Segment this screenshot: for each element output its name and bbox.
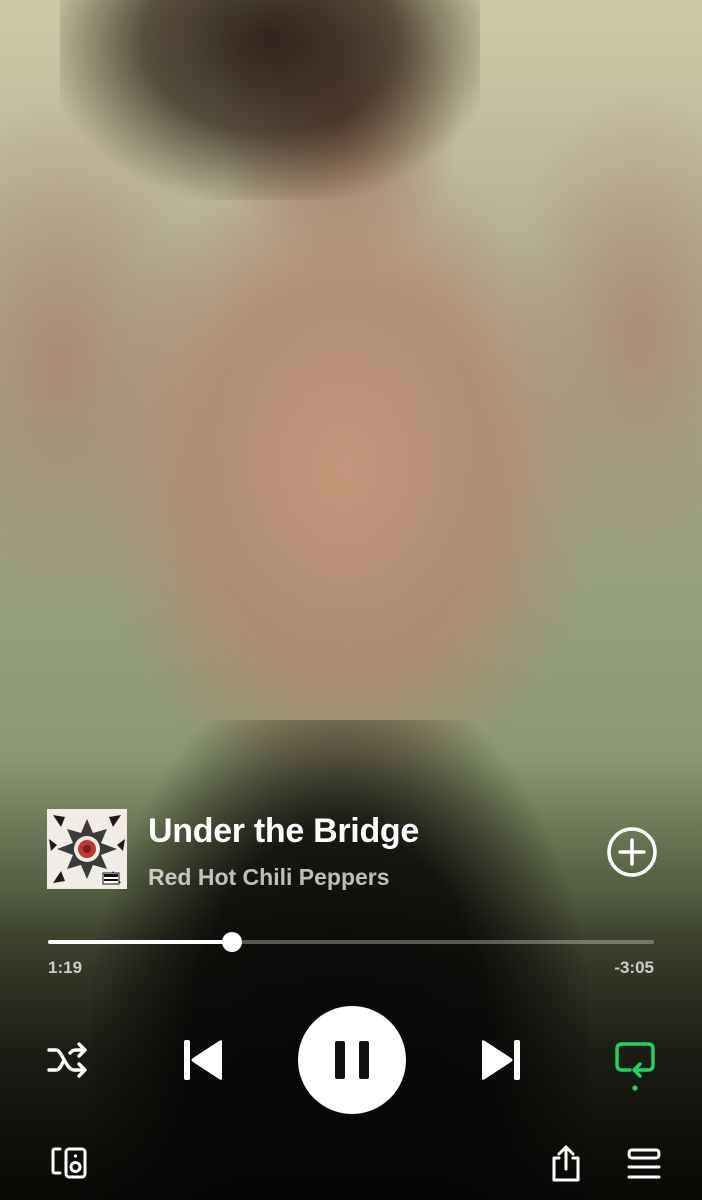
share-button[interactable]: [546, 1144, 586, 1184]
remaining-time: -3:05: [614, 958, 654, 977]
connect-devices-button[interactable]: [50, 1146, 90, 1182]
next-track-button[interactable]: [476, 1036, 526, 1084]
queue-button[interactable]: [626, 1146, 662, 1182]
shuffle-icon: [47, 1042, 87, 1078]
repeat-button[interactable]: [612, 1036, 658, 1092]
connect-devices-icon: [51, 1147, 87, 1179]
shuffle-button[interactable]: [46, 1040, 88, 1080]
previous-track-button[interactable]: [178, 1036, 228, 1084]
pause-icon: [335, 1041, 369, 1079]
progress-scrubber-handle[interactable]: [221, 932, 242, 952]
progress-bar[interactable]: [48, 932, 654, 952]
track-artist[interactable]: Red Hot Chili Peppers: [148, 864, 390, 891]
add-to-library-button[interactable]: [606, 826, 658, 878]
plus-circle-icon: [607, 827, 657, 877]
album-art-image: [47, 809, 127, 889]
track-title[interactable]: Under the Bridge: [148, 812, 419, 851]
repeat-icon: [615, 1042, 655, 1091]
queue-icon: [627, 1148, 661, 1179]
share-icon: [552, 1145, 580, 1182]
elapsed-time: 1:19: [48, 958, 83, 977]
skip-previous-icon: [184, 1040, 222, 1080]
progress-bar-fill: [48, 940, 232, 944]
skip-next-icon: [482, 1040, 520, 1080]
video-canvas-hair: [60, 0, 480, 200]
pause-button[interactable]: [298, 1006, 406, 1114]
album-art[interactable]: [47, 809, 127, 889]
